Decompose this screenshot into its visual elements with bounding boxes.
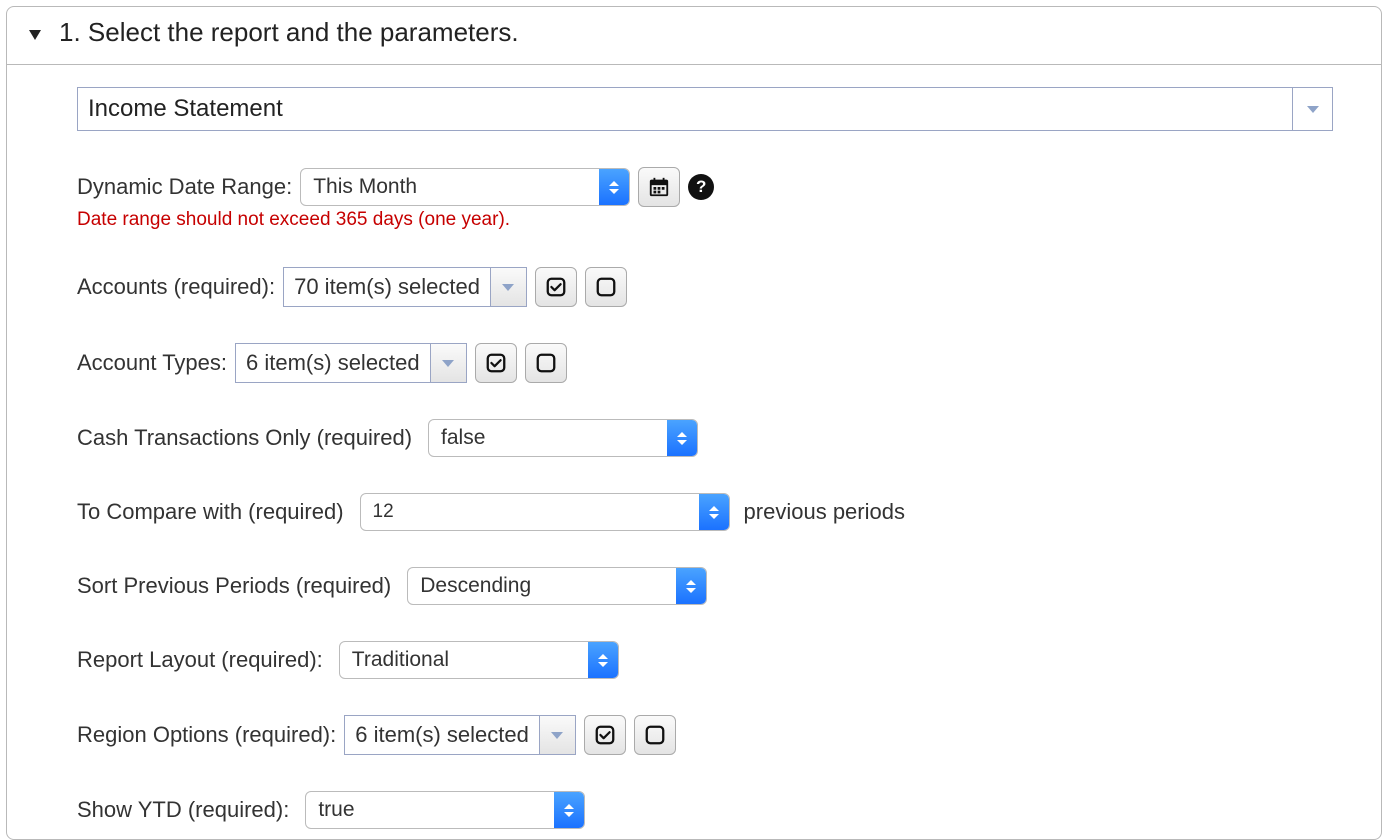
accounts-multiselect[interactable]: 70 item(s) selected: [283, 267, 527, 307]
accounts-dropdown-button[interactable]: [490, 268, 526, 306]
cash-only-select[interactable]: false: [428, 419, 698, 457]
help-icon[interactable]: ?: [688, 174, 714, 200]
region-dropdown-button[interactable]: [539, 716, 575, 754]
sort-label: Sort Previous Periods (required): [77, 573, 391, 599]
account-types-value: 6 item(s) selected: [236, 344, 430, 382]
compare-suffix: previous periods: [744, 499, 905, 525]
account-types-clear-all-button[interactable]: [525, 343, 567, 383]
compare-select[interactable]: 12: [360, 493, 730, 531]
ytd-value: true: [306, 792, 554, 828]
region-multiselect[interactable]: 6 item(s) selected: [344, 715, 576, 755]
compare-value: 12: [361, 494, 699, 530]
empty-square-icon: [535, 352, 557, 374]
report-select-value: Income Statement: [78, 88, 1292, 130]
select-stepper-icon: [667, 420, 697, 456]
report-select-dropdown-button[interactable]: [1292, 88, 1332, 130]
region-select-all-button[interactable]: [584, 715, 626, 755]
date-range-row: Dynamic Date Range: This Month: [77, 167, 1333, 207]
panel-title: 1. Select the report and the parameters.: [59, 17, 519, 48]
report-parameters-panel: 1. Select the report and the parameters.…: [6, 6, 1382, 840]
chevron-down-icon: [1307, 106, 1319, 113]
accounts-value: 70 item(s) selected: [284, 268, 490, 306]
sort-row: Sort Previous Periods (required) Descend…: [77, 567, 1333, 605]
account-types-select-all-button[interactable]: [475, 343, 517, 383]
empty-square-icon: [644, 724, 666, 746]
calendar-icon: [648, 176, 670, 198]
compare-row: To Compare with (required) 12 previous p…: [77, 493, 1333, 531]
date-range-value: This Month: [301, 169, 599, 205]
check-square-icon: [545, 276, 567, 298]
accounts-clear-all-button[interactable]: [585, 267, 627, 307]
accounts-row: Accounts (required): 70 item(s) selected: [77, 267, 1333, 307]
check-square-icon: [485, 352, 507, 374]
select-stepper-icon: [588, 642, 618, 678]
select-stepper-icon: [699, 494, 729, 530]
report-select[interactable]: Income Statement: [77, 87, 1333, 131]
empty-square-icon: [595, 276, 617, 298]
layout-row: Report Layout (required): Traditional: [77, 641, 1333, 679]
layout-select[interactable]: Traditional: [339, 641, 619, 679]
accounts-select-all-button[interactable]: [535, 267, 577, 307]
check-square-icon: [594, 724, 616, 746]
region-clear-all-button[interactable]: [634, 715, 676, 755]
sort-value: Descending: [408, 568, 676, 604]
account-types-dropdown-button[interactable]: [430, 344, 466, 382]
account-types-label: Account Types:: [77, 350, 227, 376]
select-stepper-icon: [676, 568, 706, 604]
cash-only-row: Cash Transactions Only (required) false: [77, 419, 1333, 457]
date-range-warning: Date range should not exceed 365 days (o…: [77, 209, 1333, 231]
layout-value: Traditional: [340, 642, 588, 678]
accounts-label: Accounts (required):: [77, 274, 275, 300]
cash-only-label: Cash Transactions Only (required): [77, 425, 412, 451]
region-row: Region Options (required): 6 item(s) sel…: [77, 715, 1333, 755]
select-stepper-icon: [599, 169, 629, 205]
chevron-down-icon: [442, 360, 454, 367]
ytd-row: Show YTD (required): true: [77, 791, 1333, 829]
calendar-button[interactable]: [638, 167, 680, 207]
chevron-down-icon: [551, 732, 563, 739]
layout-label: Report Layout (required):: [77, 647, 323, 673]
disclosure-triangle-icon: [29, 30, 41, 40]
sort-select[interactable]: Descending: [407, 567, 707, 605]
date-range-select[interactable]: This Month: [300, 168, 630, 206]
compare-label: To Compare with (required): [77, 499, 344, 525]
region-label: Region Options (required):: [77, 722, 336, 748]
ytd-label: Show YTD (required):: [77, 797, 289, 823]
panel-header[interactable]: 1. Select the report and the parameters.: [7, 7, 1381, 65]
cash-only-value: false: [429, 420, 667, 456]
date-range-label: Dynamic Date Range:: [77, 174, 292, 200]
panel-body: Income Statement Dynamic Date Range: Thi…: [7, 65, 1381, 839]
region-value: 6 item(s) selected: [345, 716, 539, 754]
ytd-select[interactable]: true: [305, 791, 585, 829]
select-stepper-icon: [554, 792, 584, 828]
account-types-multiselect[interactable]: 6 item(s) selected: [235, 343, 467, 383]
account-types-row: Account Types: 6 item(s) selected: [77, 343, 1333, 383]
chevron-down-icon: [502, 284, 514, 291]
